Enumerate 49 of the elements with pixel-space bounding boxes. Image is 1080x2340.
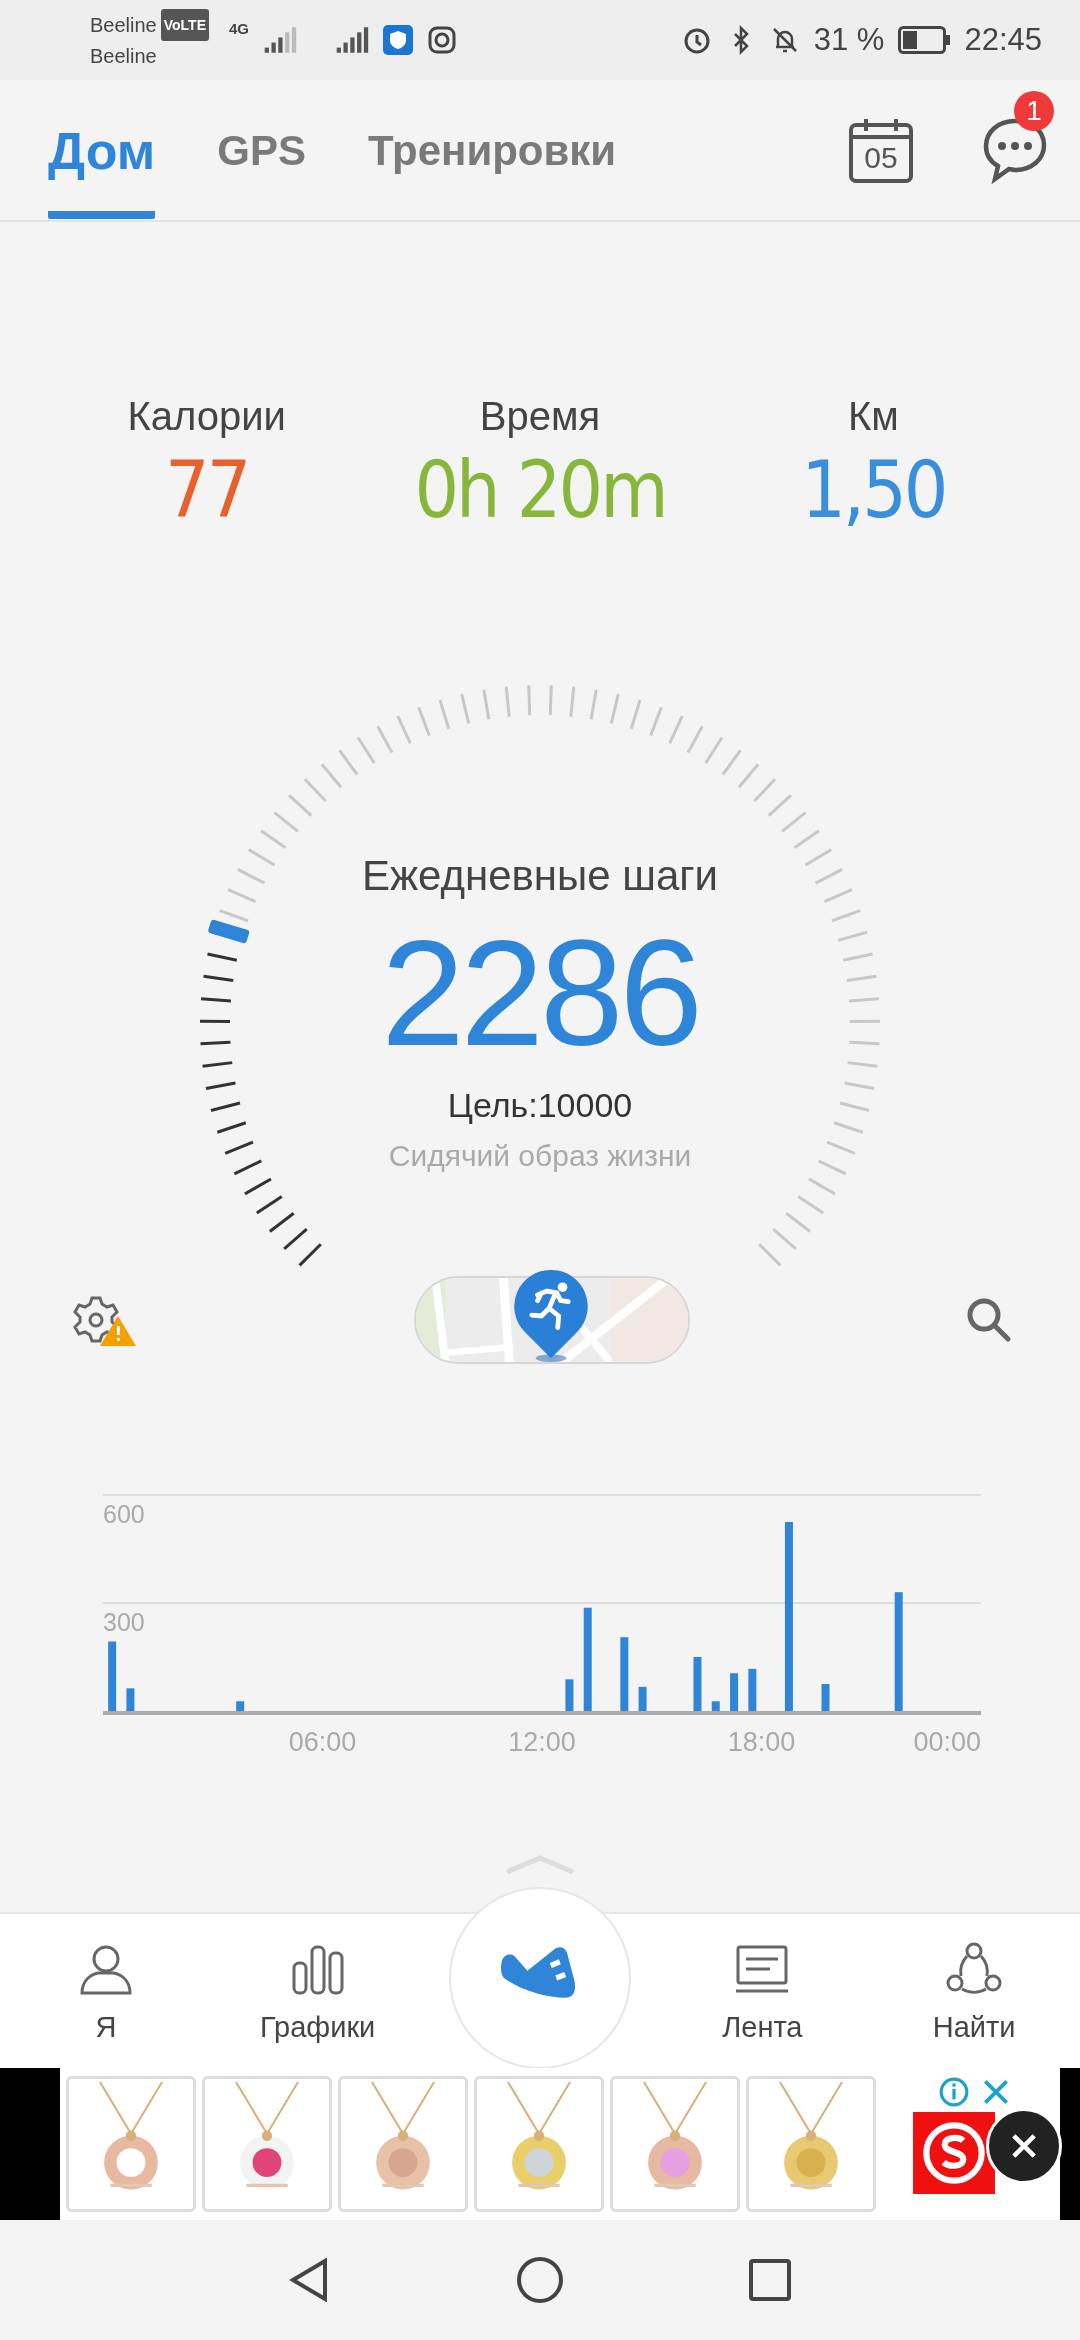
tab[interactable]: Тренировки	[367, 87, 617, 213]
axis-label: 12:00	[508, 1727, 576, 1757]
stat-label: Время	[479, 394, 601, 439]
axis-label: 600	[103, 1500, 145, 1528]
chart-bar	[711, 1701, 720, 1711]
chart-bar	[108, 1641, 117, 1711]
stat-value: 0h 20m	[414, 445, 666, 535]
axis-label: 300	[103, 1608, 145, 1636]
axis-label: 06:00	[288, 1727, 357, 1757]
carrier-name: Beeline	[90, 44, 158, 69]
progress-marker	[207, 919, 250, 944]
steps-title: Ежедневные шаги	[361, 852, 719, 900]
steps-count: 2286	[381, 908, 699, 1078]
steps-goal: Цель:10000	[447, 1086, 633, 1125]
nav-tab[interactable]: Графики	[211, 1928, 424, 2054]
clock-time: 22:45	[964, 22, 1042, 58]
battery-icon	[898, 26, 951, 54]
shield-icon	[383, 25, 413, 55]
home-icon[interactable]	[515, 2255, 565, 2305]
carrier-name: Beeline	[90, 13, 157, 38]
runner-pin-icon[interactable]	[512, 1268, 590, 1364]
camera-icon	[427, 25, 457, 55]
stat-label: Км	[847, 394, 899, 439]
stat-value: 1,50	[801, 445, 946, 535]
stat-label: Калории	[127, 394, 286, 439]
stat-value: 77	[165, 445, 249, 535]
chart-bar	[565, 1679, 574, 1711]
info-icon[interactable]	[938, 2076, 970, 2108]
signal-icon	[335, 27, 369, 53]
chart-bar	[236, 1701, 245, 1711]
chart-bar	[730, 1673, 739, 1711]
volte-badge: VoLTE	[160, 9, 209, 41]
chart-bar	[821, 1684, 830, 1711]
chart-bar	[126, 1688, 135, 1711]
tab[interactable]: GPS	[217, 87, 306, 213]
network-type: 4G	[229, 20, 249, 37]
notification-badge: 1	[1014, 91, 1054, 131]
nav-tab[interactable]: Лента	[656, 1928, 869, 2054]
axis-label: 00:00	[913, 1727, 981, 1757]
axis-label: 18:00	[727, 1727, 796, 1757]
activity-level: Сидячий образ жизни	[388, 1139, 692, 1173]
nav-tab[interactable]: Я	[0, 1928, 212, 2054]
advertiser-logo-icon	[913, 2112, 995, 2194]
chart-bar	[748, 1668, 757, 1711]
signal-icon	[263, 27, 297, 53]
chart-bar	[638, 1686, 647, 1711]
chart-bar	[693, 1657, 702, 1711]
nav-tab[interactable]: Найти	[868, 1928, 1080, 2054]
battery-percent: 31 %	[813, 22, 885, 58]
